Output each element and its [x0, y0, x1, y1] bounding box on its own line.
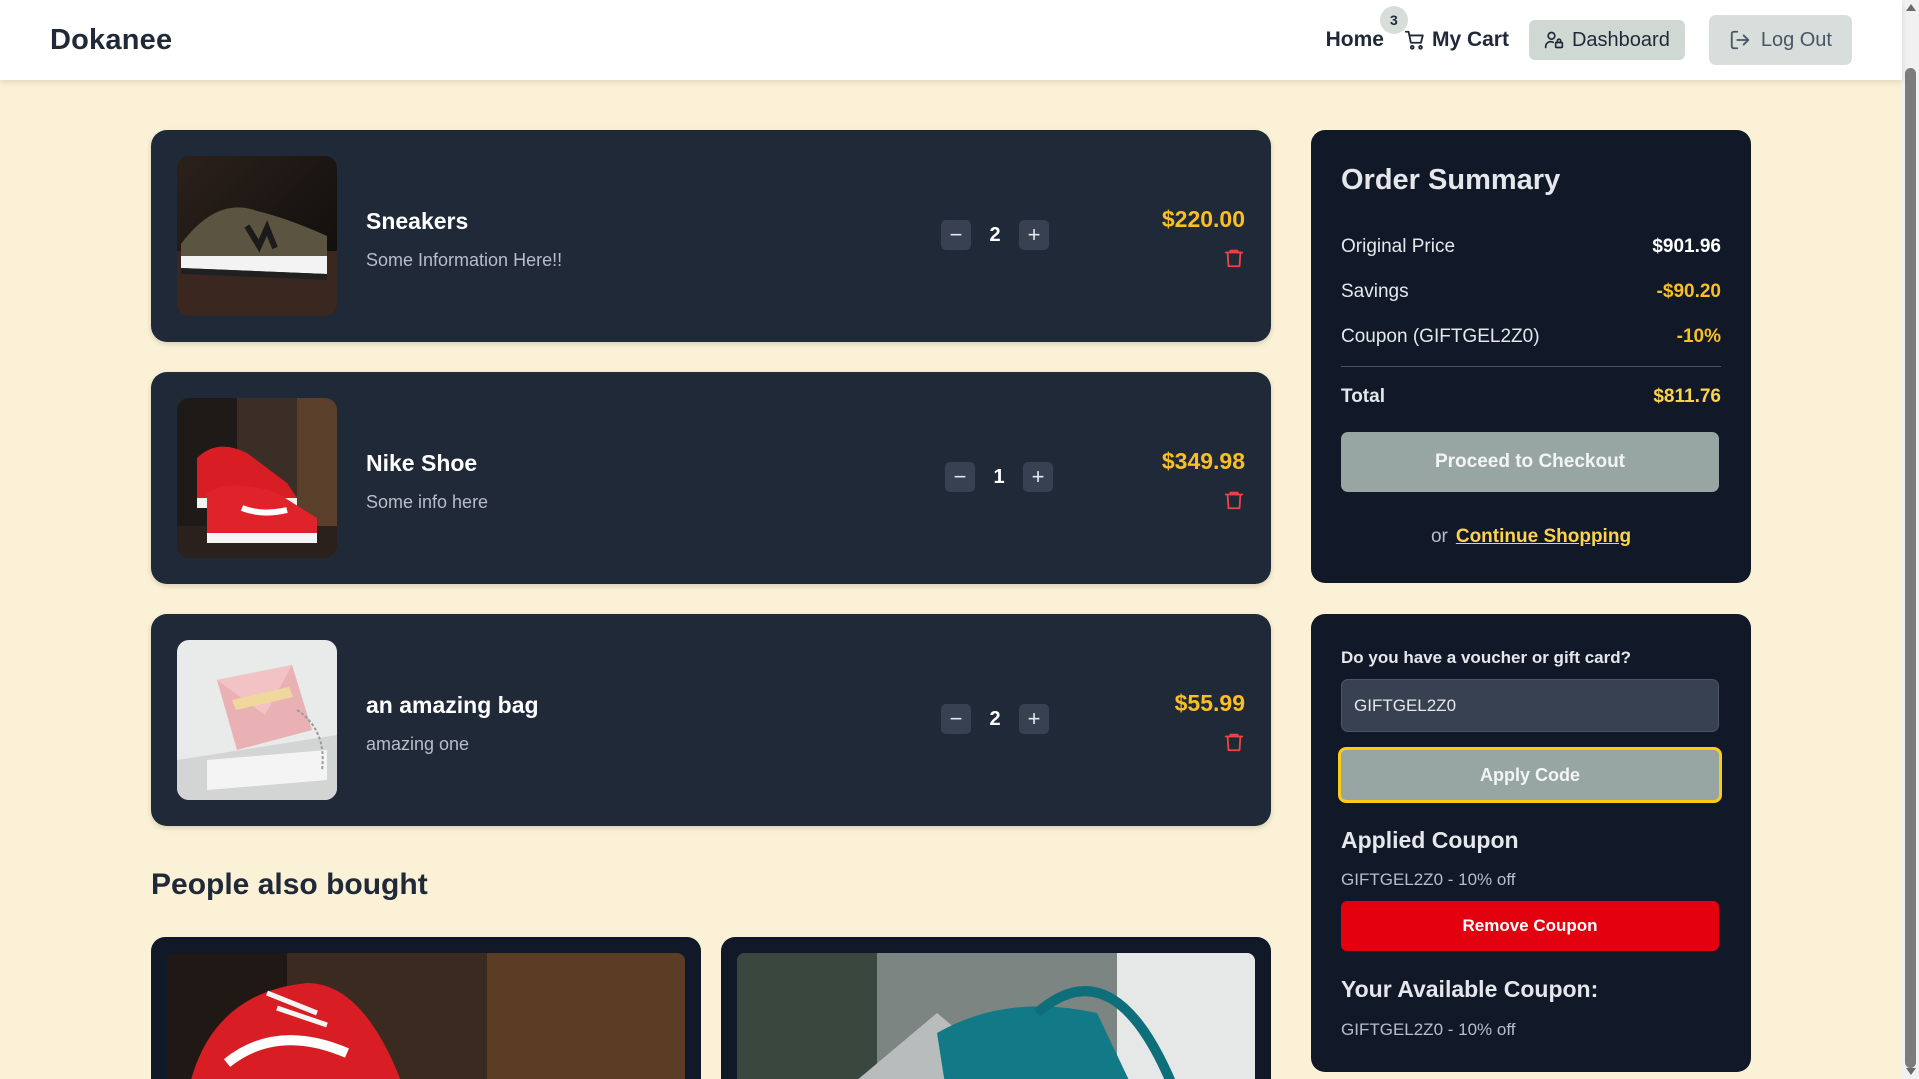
scroll-up-icon[interactable]	[1906, 4, 1916, 11]
navbar: Dokanee Home 3 My Cart Dashboard Log Out	[0, 0, 1902, 80]
product-image-nike-shoe[interactable]	[177, 398, 337, 558]
quantity-value: 2	[989, 223, 1001, 246]
order-summary-panel: Order Summary Original Price $901.96 Sav…	[1311, 130, 1751, 583]
summary-row-total: Total $811.76	[1341, 386, 1721, 408]
quantity-stepper: − 1 +	[945, 462, 1053, 492]
nav-cart-link[interactable]: 3 My Cart	[1379, 6, 1509, 52]
total-label: Total	[1341, 386, 1385, 407]
cart-item-price: $349.98	[1161, 448, 1245, 474]
recommendation-image-shoe[interactable]	[167, 953, 685, 1079]
product-image-bag[interactable]	[177, 640, 337, 800]
user-lock-icon	[1544, 31, 1564, 49]
cart-item: an amazing bag amazing one − 2 + $55.99	[151, 614, 1271, 826]
cart-item-name: Nike Shoe	[366, 450, 478, 476]
available-coupon-title: Your Available Coupon:	[1341, 976, 1599, 1002]
page-scrollbar[interactable]	[1902, 0, 1919, 1079]
summary-value: -$90.20	[1656, 281, 1721, 302]
trash-icon[interactable]	[1223, 730, 1245, 754]
cart-item-price: $55.99	[1174, 690, 1245, 716]
nav-home-link[interactable]: Home	[1326, 28, 1384, 52]
summary-label: Savings	[1341, 281, 1409, 302]
decrease-quantity-button[interactable]: −	[945, 462, 975, 492]
quantity-value: 1	[993, 465, 1005, 488]
apply-code-button[interactable]: Apply Code	[1338, 747, 1722, 803]
nav-cart-label: My Cart	[1431, 28, 1509, 51]
remove-coupon-button[interactable]: Remove Coupon	[1341, 901, 1719, 951]
scroll-thumb[interactable]	[1905, 68, 1916, 1068]
nav-links: Home 3 My Cart Dashboard Log Out	[1326, 6, 1852, 65]
continue-shopping-link[interactable]: Continue Shopping	[1456, 526, 1631, 547]
quantity-stepper: − 2 +	[941, 704, 1049, 734]
recommendation-image-bag[interactable]	[737, 953, 1255, 1079]
summary-divider	[1341, 366, 1721, 367]
product-image-sneakers[interactable]	[177, 156, 337, 316]
cart-item-price: $220.00	[1161, 206, 1245, 232]
cart-icon	[1404, 30, 1424, 50]
summary-row-original-price: Original Price $901.96	[1341, 236, 1721, 258]
decrease-quantity-button[interactable]: −	[941, 220, 971, 250]
summary-label: Coupon (GIFTGEL2Z0)	[1341, 326, 1540, 347]
cart-item: Nike Shoe Some info here − 1 + $349.98	[151, 372, 1271, 584]
logout-icon	[1730, 30, 1749, 50]
logout-label: Log Out	[1760, 28, 1832, 51]
cart-item: Sneakers Some Information Here!! − 2 + $…	[151, 130, 1271, 342]
cart-count-badge: 3	[1379, 6, 1408, 34]
recommendation-card[interactable]	[721, 937, 1271, 1079]
dashboard-button[interactable]: Dashboard	[1528, 20, 1685, 60]
trash-icon[interactable]	[1223, 488, 1245, 512]
cart-item-name: an amazing bag	[366, 692, 539, 718]
increase-quantity-button[interactable]: +	[1019, 220, 1049, 250]
cart-item-description: amazing one	[366, 734, 470, 754]
cart-item-description: Some info here	[366, 492, 489, 512]
cart-item-name: Sneakers	[366, 208, 469, 234]
recommendation-card[interactable]	[151, 937, 701, 1079]
order-summary-title: Order Summary	[1341, 164, 1561, 196]
increase-quantity-button[interactable]: +	[1019, 704, 1049, 734]
available-coupon-text[interactable]: GIFTGEL2Z0 - 10% off	[1341, 1020, 1515, 1040]
quantity-value: 2	[989, 707, 1001, 730]
voucher-panel: Do you have a voucher or gift card? Appl…	[1311, 614, 1751, 1072]
summary-value: -10%	[1676, 326, 1721, 347]
proceed-to-checkout-button[interactable]: Proceed to Checkout	[1341, 432, 1719, 492]
summary-row-coupon: Coupon (GIFTGEL2Z0) -10%	[1341, 326, 1721, 348]
applied-coupon-title: Applied Coupon	[1341, 827, 1519, 853]
trash-icon[interactable]	[1223, 246, 1245, 270]
continue-shopping-row: or Continue Shopping	[1341, 526, 1721, 548]
voucher-input[interactable]	[1341, 679, 1719, 732]
voucher-label: Do you have a voucher or gift card?	[1341, 648, 1632, 667]
decrease-quantity-button[interactable]: −	[941, 704, 971, 734]
brand-logo[interactable]: Dokanee	[50, 24, 172, 57]
increase-quantity-button[interactable]: +	[1023, 462, 1053, 492]
scroll-down-icon[interactable]	[1906, 1068, 1916, 1075]
logout-button[interactable]: Log Out	[1708, 15, 1852, 65]
dashboard-label: Dashboard	[1571, 28, 1670, 51]
summary-row-savings: Savings -$90.20	[1341, 281, 1721, 303]
summary-value: $901.96	[1652, 236, 1721, 257]
applied-coupon-text: GIFTGEL2Z0 - 10% off	[1341, 870, 1516, 889]
quantity-stepper: − 2 +	[941, 220, 1049, 250]
total-value: $811.76	[1653, 386, 1721, 407]
people-also-bought-title: People also bought	[151, 868, 428, 901]
cart-item-description: Some Information Here!!	[366, 250, 563, 270]
cart-item-list: Sneakers Some Information Here!! − 2 + $…	[151, 130, 1271, 856]
summary-label: Original Price	[1341, 236, 1456, 257]
or-text: or	[1430, 526, 1448, 547]
